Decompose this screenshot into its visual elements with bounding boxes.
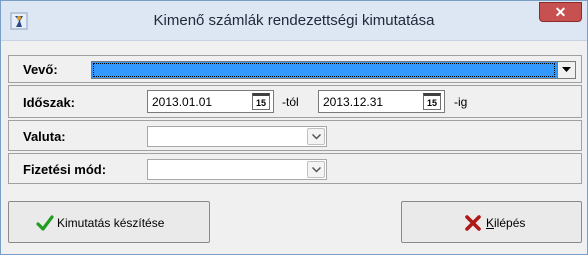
- chevron-down-icon: [311, 166, 321, 173]
- exit-label-rest: ilépés: [494, 216, 526, 230]
- close-button[interactable]: ✕: [539, 2, 582, 22]
- calendar-from-button[interactable]: 15: [252, 93, 270, 110]
- x-icon: [465, 215, 481, 231]
- buyer-label: Vevő:: [23, 62, 58, 77]
- from-suffix: -tól: [282, 95, 299, 109]
- window-title: Kimenő számlák rendezettségi kimutatása: [153, 12, 435, 29]
- payment-method-label: Fizetési mód:: [23, 162, 107, 177]
- exit-button[interactable]: Kilépés: [401, 201, 582, 243]
- chevron-down-icon: [562, 67, 571, 72]
- currency-label: Valuta:: [23, 129, 66, 144]
- calendar-icon: 15: [426, 98, 437, 108]
- date-to-field[interactable]: 2013.12.31 15: [318, 90, 445, 113]
- payment-method-dropdown-button[interactable]: [307, 161, 325, 178]
- form-area: Vevő: Időszak: 2013.01.01 15 -tól 2013.1…: [8, 47, 582, 243]
- period-row: Időszak: 2013.01.01 15 -tól 2013.12.31 1…: [8, 85, 582, 118]
- buyer-row: Vevő:: [8, 55, 582, 83]
- buyer-select[interactable]: [91, 61, 576, 79]
- date-from-value: 2013.01.01: [152, 95, 213, 109]
- currency-select[interactable]: [147, 126, 327, 147]
- calendar-icon: 15: [255, 98, 266, 108]
- generate-report-button[interactable]: Kimutatás készítése: [8, 201, 210, 243]
- generate-report-label: Kimutatás készítése: [57, 216, 165, 230]
- payment-method-select[interactable]: [147, 159, 327, 180]
- calendar-to-button[interactable]: 15: [423, 93, 441, 110]
- period-label: Időszak:: [23, 95, 76, 110]
- date-from-field[interactable]: 2013.01.01 15: [147, 90, 274, 113]
- buyer-focus-rect: [93, 63, 555, 77]
- date-to-value: 2013.12.31: [323, 95, 384, 109]
- title-bar[interactable]: Kimenő számlák rendezettségi kimutatása …: [1, 1, 587, 41]
- exit-label: Kilépés: [486, 216, 525, 230]
- report-window: Kimenő számlák rendezettségi kimutatása …: [0, 0, 588, 255]
- currency-row: Valuta:: [8, 120, 582, 151]
- exit-label-mnemonic: K: [486, 216, 495, 230]
- buyer-dropdown-button[interactable]: [557, 62, 575, 78]
- currency-dropdown-button[interactable]: [307, 128, 325, 145]
- payment-method-row: Fizetési mód:: [8, 153, 582, 184]
- to-suffix: -ig: [454, 95, 468, 109]
- check-icon: [36, 215, 54, 231]
- chevron-down-icon: [311, 133, 321, 140]
